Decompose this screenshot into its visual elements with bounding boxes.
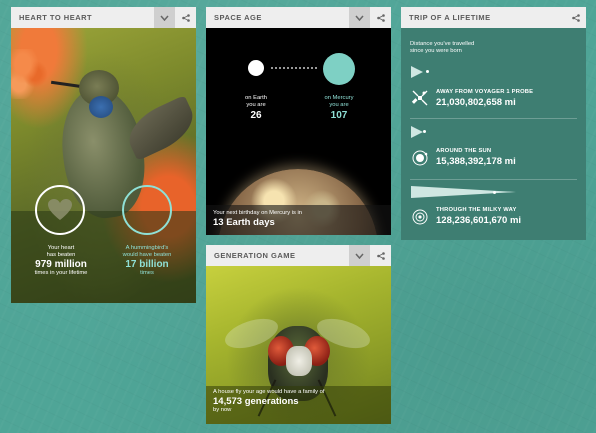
row-divider bbox=[410, 118, 577, 119]
age-label-line: you are bbox=[329, 102, 349, 108]
generations-caption: A house fly your age would have a family… bbox=[213, 389, 325, 414]
dotted-connector bbox=[270, 67, 318, 69]
distance-scale-marker bbox=[411, 186, 516, 198]
age-label-line: on Earth bbox=[245, 95, 267, 101]
chevron-down-icon bbox=[355, 253, 364, 259]
caption-text: Your next birthday on Mercury is in bbox=[213, 210, 303, 216]
caption-value: 14,573 generations bbox=[213, 396, 299, 407]
space-age-card: on Earth you are 26 on Mercury you are 1… bbox=[206, 7, 391, 235]
distance-point bbox=[493, 191, 496, 194]
trip-row-value: 128,236,601,670 mi bbox=[436, 215, 522, 226]
distance-scale-marker bbox=[411, 66, 423, 78]
human-heartbeats-stat: Your heart has beaten 979 million times … bbox=[19, 245, 103, 277]
human-heart-icon bbox=[35, 185, 85, 235]
share-icon bbox=[181, 13, 190, 22]
earth-planet-icon bbox=[248, 60, 264, 76]
age-label-line: on Mercury bbox=[324, 95, 354, 101]
distance-scale-marker bbox=[411, 126, 423, 138]
chevron-down-icon bbox=[160, 15, 169, 21]
row-divider bbox=[410, 179, 577, 180]
trip-intro: Distance you've travelled since you were… bbox=[410, 41, 474, 55]
generation-game-card: A house fly your age would have a family… bbox=[206, 245, 391, 424]
stat-line: has beaten bbox=[46, 252, 76, 258]
share-button[interactable] bbox=[370, 7, 391, 28]
bird-heartbeats-stat: A hummingbird's would have beaten 17 bil… bbox=[105, 245, 189, 277]
caption-text: A house fly your age would have a family… bbox=[213, 389, 325, 395]
trip-row-value: 21,030,802,658 mi bbox=[436, 97, 516, 108]
card-title: SPACE AGE bbox=[214, 13, 262, 22]
fly-face-graphic bbox=[286, 346, 312, 376]
satellite-icon bbox=[411, 89, 429, 107]
mercury-age: on Mercury you are 107 bbox=[309, 95, 369, 123]
card-title: GENERATION GAME bbox=[214, 251, 296, 260]
chevron-down-icon bbox=[355, 15, 364, 21]
trip-of-a-lifetime-card: TRIP OF A LIFETIME Distance you've trave… bbox=[401, 7, 586, 240]
stat-line: times in your lifetime bbox=[34, 270, 88, 276]
earth-age: on Earth you are 26 bbox=[226, 95, 286, 123]
share-button[interactable] bbox=[175, 7, 196, 28]
age-value: 26 bbox=[250, 110, 262, 121]
share-icon bbox=[376, 251, 385, 260]
trip-row-label: THROUGH THE MILKY WAY bbox=[436, 207, 517, 213]
bird-throat-graphic bbox=[89, 96, 113, 118]
birthday-caption: Your next birthday on Mercury is in 13 E… bbox=[213, 210, 302, 228]
card-header: GENERATION GAME bbox=[206, 245, 391, 266]
stat-line: Your heart bbox=[47, 245, 75, 251]
card-title: HEART TO HEART bbox=[19, 13, 93, 22]
share-button[interactable] bbox=[565, 7, 586, 28]
stat-value: 979 million bbox=[35, 259, 87, 270]
card-header: SPACE AGE bbox=[206, 7, 391, 28]
stat-line: A hummingbird's bbox=[125, 245, 169, 251]
age-label-line: you are bbox=[246, 102, 266, 108]
expand-button[interactable] bbox=[349, 7, 370, 28]
age-value: 107 bbox=[330, 110, 348, 121]
intro-line: since you were born bbox=[410, 48, 462, 54]
stat-value: 17 billion bbox=[125, 259, 169, 270]
sun-orbit-icon bbox=[411, 149, 429, 167]
stat-line: times bbox=[140, 270, 154, 276]
trip-row-label: AROUND THE SUN bbox=[436, 148, 492, 154]
galaxy-icon bbox=[411, 208, 429, 226]
share-icon bbox=[376, 13, 385, 22]
distance-point bbox=[426, 70, 429, 73]
card-header: HEART TO HEART bbox=[11, 7, 196, 28]
flower-graphic bbox=[11, 49, 51, 99]
stat-line: would have beaten bbox=[122, 252, 172, 258]
card-header: TRIP OF A LIFETIME bbox=[401, 7, 586, 28]
intro-line: Distance you've travelled bbox=[410, 41, 475, 47]
distance-point bbox=[423, 130, 426, 133]
expand-button[interactable] bbox=[349, 245, 370, 266]
card-title: TRIP OF A LIFETIME bbox=[409, 13, 491, 22]
share-icon bbox=[571, 13, 580, 22]
caption-value: 13 Earth days bbox=[213, 217, 275, 228]
caption-tail: by now bbox=[213, 407, 232, 413]
trip-row-value: 15,388,392,178 mi bbox=[436, 156, 516, 167]
hummingbird-heart-icon bbox=[122, 185, 172, 235]
trip-row-label: AWAY FROM VOYAGER 1 PROBE bbox=[436, 89, 534, 95]
share-button[interactable] bbox=[370, 245, 391, 266]
expand-button[interactable] bbox=[154, 7, 175, 28]
mercury-planet-icon bbox=[323, 53, 355, 85]
heart-to-heart-card: Your heart has beaten 979 million times … bbox=[11, 7, 196, 303]
